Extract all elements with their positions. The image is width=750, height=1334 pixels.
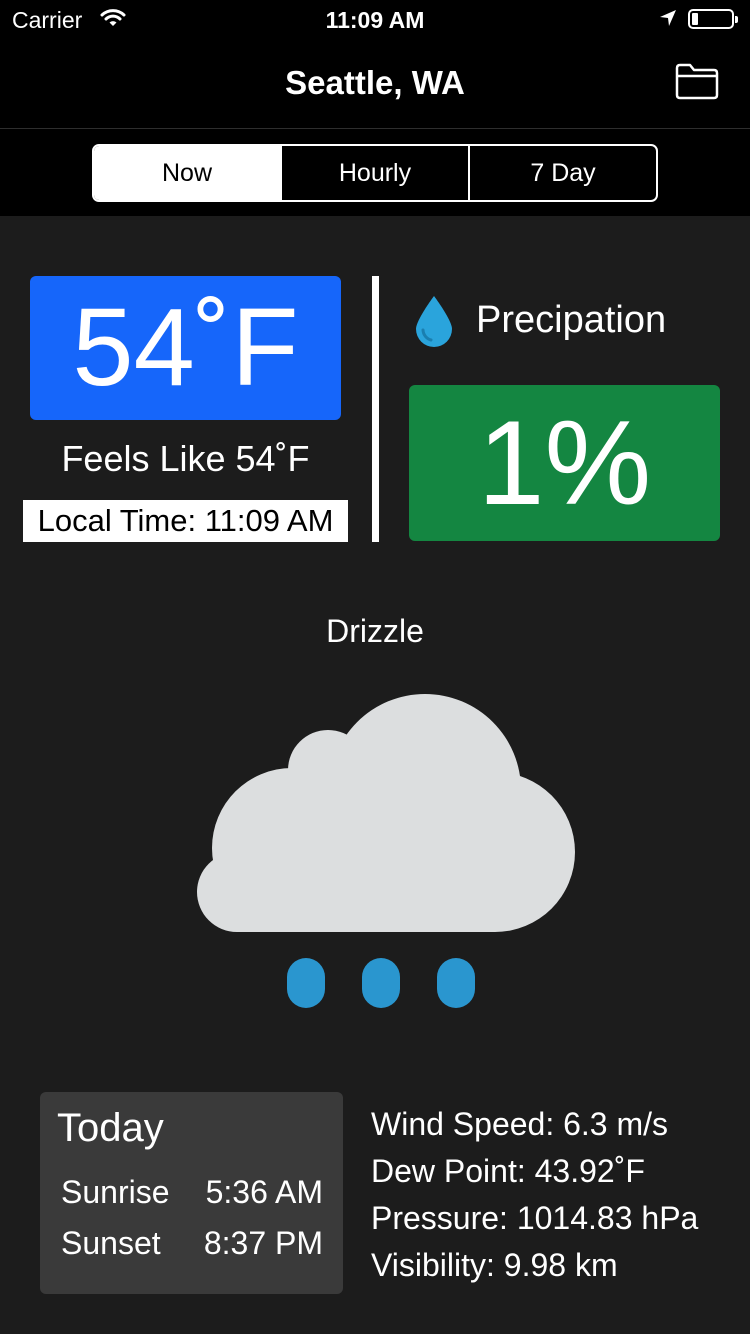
battery-icon bbox=[688, 9, 738, 29]
forecast-segmented-control: Now Hourly 7 Day bbox=[92, 144, 658, 202]
feels-like-label: Feels Like 54˚F bbox=[61, 438, 310, 479]
temperature-box: 54˚F bbox=[30, 276, 341, 420]
sunrise-label: Sunrise bbox=[61, 1174, 170, 1210]
local-time-label: Local Time: 11:09 AM bbox=[23, 500, 348, 542]
tab-now[interactable]: Now bbox=[94, 146, 280, 200]
sunset-time: 8:37 PM bbox=[203, 1225, 323, 1261]
pressure-stat: Pressure: 1014.83 hPa bbox=[371, 1200, 699, 1236]
status-bar: Carrier 11:09 AM bbox=[0, 0, 750, 40]
location-arrow-icon bbox=[658, 8, 678, 33]
dew-point-stat: Dew Point: 43.92˚F bbox=[371, 1153, 645, 1189]
water-drop-icon bbox=[413, 294, 455, 353]
drizzle-cloud-icon bbox=[170, 690, 580, 1020]
city-title: Seattle, WA bbox=[285, 64, 465, 101]
today-title: Today bbox=[57, 1106, 164, 1150]
visibility-stat: Visibility: 9.98 km bbox=[371, 1247, 618, 1283]
tab-7-day[interactable]: 7 Day bbox=[468, 146, 656, 200]
weather-stats: Wind Speed: 6.3 m/s Dew Point: 43.92˚F P… bbox=[371, 1101, 741, 1289]
status-time: 11:09 AM bbox=[325, 7, 425, 33]
today-card: Today Sunrise 5:36 AM Sunset 8:37 PM bbox=[40, 1092, 343, 1294]
precipitation-label: Precipation bbox=[476, 299, 667, 341]
vertical-divider bbox=[372, 276, 379, 542]
navigation-bar: Seattle, WA bbox=[0, 40, 750, 129]
condition-label: Drizzle bbox=[326, 613, 424, 649]
sunrise-time: 5:36 AM bbox=[205, 1174, 323, 1210]
sunset-label: Sunset bbox=[61, 1225, 161, 1261]
segment-bar: Now Hourly 7 Day bbox=[0, 129, 750, 216]
precipitation-value: 1% bbox=[409, 385, 720, 541]
wind-speed-stat: Wind Speed: 6.3 m/s bbox=[371, 1106, 669, 1142]
tab-hourly[interactable]: Hourly bbox=[280, 146, 468, 200]
folder-icon[interactable] bbox=[675, 62, 719, 105]
